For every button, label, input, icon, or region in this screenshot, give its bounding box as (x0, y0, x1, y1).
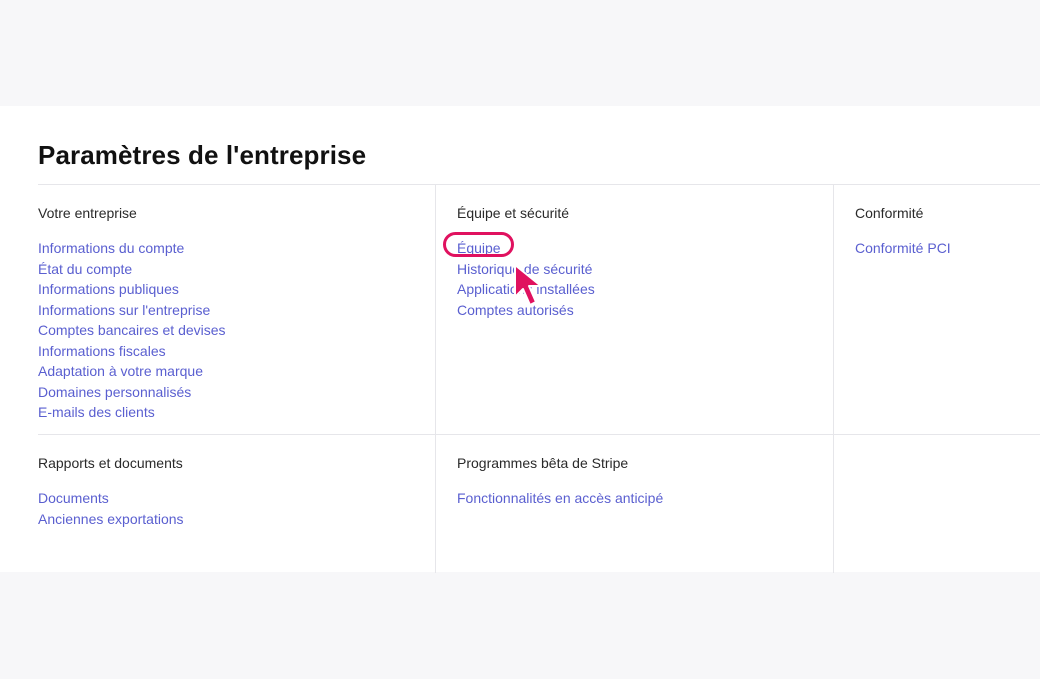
settings-panel: Paramètres de l'entreprise Votre entrepr… (0, 106, 1040, 573)
section-compliance: Conformité Conformité PCI (833, 185, 1040, 434)
link-list: Équipe Historique de sécurité Applicatio… (457, 238, 833, 320)
link-early-access[interactable]: Fonctionnalités en accès anticipé (457, 490, 663, 506)
section-title: Conformité (855, 205, 924, 221)
section-team-security: Équipe et sécurité Équipe Historique de … (435, 185, 833, 434)
link-documents[interactable]: Documents (38, 490, 109, 506)
section-business: Votre entreprise Informations du compte … (38, 185, 435, 434)
section-title: Votre entreprise (38, 205, 137, 221)
section-reports: Rapports et documents Documents Ancienne… (38, 434, 435, 573)
link-account-info[interactable]: Informations du compte (38, 240, 184, 256)
section-title: Programmes bêta de Stripe (457, 455, 629, 471)
settings-grid: Votre entreprise Informations du compte … (38, 184, 1040, 573)
link-custom-domains[interactable]: Domaines personnalisés (38, 384, 191, 400)
link-branding[interactable]: Adaptation à votre marque (38, 363, 203, 379)
link-account-status[interactable]: État du compte (38, 261, 132, 277)
section-title: Équipe et sécurité (457, 205, 570, 221)
link-public-info[interactable]: Informations publiques (38, 281, 179, 297)
link-list: Conformité PCI (855, 238, 1040, 259)
section-empty (833, 434, 1040, 573)
link-authorized-accounts[interactable]: Comptes autorisés (457, 302, 574, 318)
link-list: Fonctionnalités en accès anticipé (457, 488, 833, 509)
link-bank-accounts[interactable]: Comptes bancaires et devises (38, 322, 226, 338)
link-legacy-exports[interactable]: Anciennes exportations (38, 511, 184, 527)
link-installed-apps[interactable]: Applications installées (457, 281, 595, 297)
link-customer-emails[interactable]: E-mails des clients (38, 404, 155, 420)
section-beta: Programmes bêta de Stripe Fonctionnalité… (435, 434, 833, 573)
link-tax-info[interactable]: Informations fiscales (38, 343, 166, 359)
link-business-info[interactable]: Informations sur l'entreprise (38, 302, 210, 318)
page-title: Paramètres de l'entreprise (38, 140, 367, 170)
link-pci-compliance[interactable]: Conformité PCI (855, 240, 951, 256)
link-list: Documents Anciennes exportations (38, 488, 435, 529)
link-list: Informations du compte État du compte In… (38, 238, 435, 423)
section-title: Rapports et documents (38, 455, 183, 471)
link-security-history[interactable]: Historique de sécurité (457, 261, 592, 277)
link-team[interactable]: Équipe (457, 240, 501, 256)
